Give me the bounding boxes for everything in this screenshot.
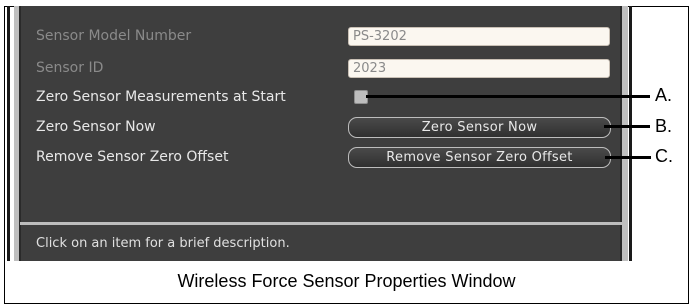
callout-a-line	[366, 95, 650, 98]
callout-b-label: B.	[655, 116, 673, 136]
callout-c-line	[605, 156, 651, 159]
callout-b-line	[604, 125, 650, 128]
window-edge-right	[629, 6, 632, 261]
window-edge-left	[7, 6, 10, 261]
figure-caption: Wireless Force Sensor Properties Window	[177, 271, 516, 291]
callout-a-label: A.	[655, 85, 673, 105]
sensor-id-field: 2023	[348, 59, 610, 78]
remove-zero-offset-button[interactable]: Remove Sensor Zero Offset	[348, 147, 611, 168]
panel-border-right	[622, 6, 628, 261]
remove-offset-label: Remove Sensor Zero Offset	[36, 149, 229, 165]
model-number-field: PS-3202	[348, 27, 610, 46]
status-message: Click on an item for a brief description…	[36, 236, 290, 251]
zero-sensor-now-button[interactable]: Zero Sensor Now	[348, 117, 611, 138]
zero-now-label: Zero Sensor Now	[36, 119, 156, 135]
callout-c-label: C.	[655, 146, 673, 166]
zero-at-start-label: Zero Sensor Measurements at Start	[36, 89, 286, 105]
model-number-label: Sensor Model Number	[36, 28, 192, 44]
sensor-id-label: Sensor ID	[36, 60, 104, 76]
status-separator	[20, 222, 622, 225]
